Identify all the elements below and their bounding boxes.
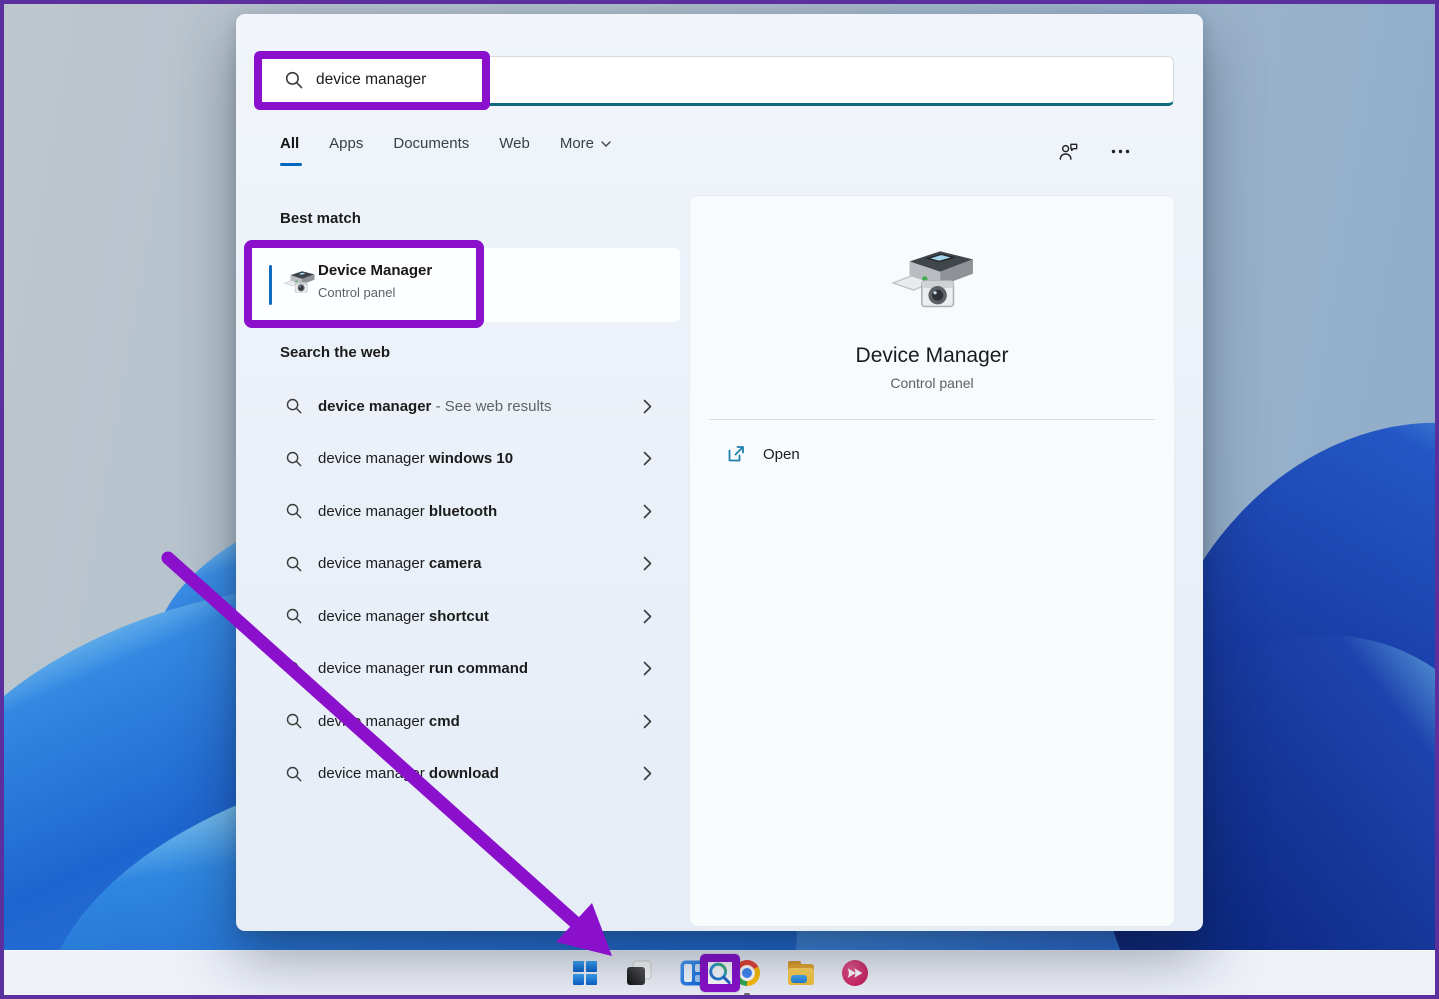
start-button[interactable] [565, 954, 605, 992]
web-suggestion[interactable]: device manager bluetooth [248, 485, 688, 538]
search-tabs: All Apps Documents Web More [280, 135, 611, 166]
divider [709, 419, 1155, 420]
chevron-right-icon [643, 504, 652, 519]
widgets-icon [680, 960, 705, 986]
open-label: Open [763, 445, 800, 463]
tab-label: More [559, 135, 595, 152]
search-query-text: device manager [316, 71, 427, 88]
web-suggestion[interactable]: device manager run command [248, 643, 688, 696]
web-suggestion[interactable]: device manager shortcut [248, 590, 688, 643]
tab-more[interactable]: More [560, 135, 611, 166]
device-manager-icon [887, 246, 977, 324]
best-match-result[interactable]: Device Manager Control panel [248, 248, 680, 322]
result-title: Device Manager [318, 262, 433, 279]
search-icon [286, 713, 302, 729]
search-icon [286, 398, 302, 414]
device-manager-icon [282, 268, 316, 300]
magenta-app-button[interactable] [835, 954, 875, 992]
web-suggestion[interactable]: device manager cmd [248, 695, 688, 748]
search-icon [286, 661, 302, 677]
task-view-button[interactable] [619, 954, 659, 992]
search-icon [286, 556, 302, 572]
more-options-button[interactable] [1107, 138, 1133, 164]
open-external-icon [728, 446, 744, 462]
widgets-button[interactable] [673, 954, 713, 992]
best-match-header: Best match [280, 210, 361, 227]
chevron-right-icon [643, 766, 652, 781]
chevron-down-icon [601, 140, 611, 147]
web-suggestion[interactable]: device manager - See web results [248, 380, 688, 433]
search-icon [286, 766, 302, 782]
taskbar [4, 950, 1435, 996]
screen: device manager All Apps Documents Web Mo… [0, 0, 1439, 999]
tab-label: All [280, 135, 300, 152]
chevron-right-icon [643, 661, 652, 676]
web-suggestions-list: device manager - See web results device … [248, 380, 688, 800]
web-suggestion[interactable]: device manager camera [248, 538, 688, 591]
preview-title: Device Manager [855, 344, 1009, 367]
magenta-app-icon [841, 960, 868, 986]
file-explorer-button[interactable] [781, 954, 821, 992]
task-view-icon [626, 960, 651, 985]
feedback-button[interactable] [1055, 138, 1081, 164]
open-action[interactable]: Open [710, 432, 1154, 476]
search-icon [286, 503, 302, 519]
tab-web[interactable]: Web [499, 135, 530, 166]
web-suggestion[interactable]: device manager download [248, 748, 688, 801]
chevron-right-icon [643, 714, 652, 729]
selection-accent-bar [269, 265, 272, 305]
tab-label: Apps [329, 135, 364, 152]
search-icon [286, 451, 302, 467]
search-input[interactable]: device manager [258, 56, 1174, 106]
chevron-right-icon [643, 399, 652, 414]
web-suggestion[interactable]: device manager windows 10 [248, 433, 688, 486]
tab-all[interactable]: All [280, 135, 302, 166]
tab-label: Documents [393, 135, 470, 152]
chevron-right-icon [643, 556, 652, 571]
tab-label: Web [499, 135, 530, 152]
chrome-button[interactable] [727, 954, 767, 996]
active-tab-underline [280, 163, 302, 166]
search-flyout-panel: device manager All Apps Documents Web Mo… [236, 14, 1203, 931]
search-icon [286, 608, 302, 624]
search-web-header: Search the web [280, 344, 391, 361]
tab-apps[interactable]: Apps [329, 135, 363, 166]
preview-subtitle: Control panel [890, 375, 974, 391]
search-icon [285, 71, 303, 89]
file-explorer-icon [787, 961, 814, 985]
windows-start-icon [572, 961, 597, 985]
chevron-right-icon [643, 451, 652, 466]
ellipsis-icon [1111, 149, 1129, 153]
result-preview-card: Device Manager Control panel Open [689, 195, 1175, 927]
tab-documents[interactable]: Documents [393, 135, 469, 166]
feedback-icon [1059, 143, 1077, 160]
chrome-icon [733, 960, 760, 986]
result-subtitle: Control panel [318, 285, 396, 300]
search-header-actions [1055, 138, 1133, 164]
running-indicator-dot [743, 993, 750, 996]
chevron-right-icon [643, 609, 652, 624]
